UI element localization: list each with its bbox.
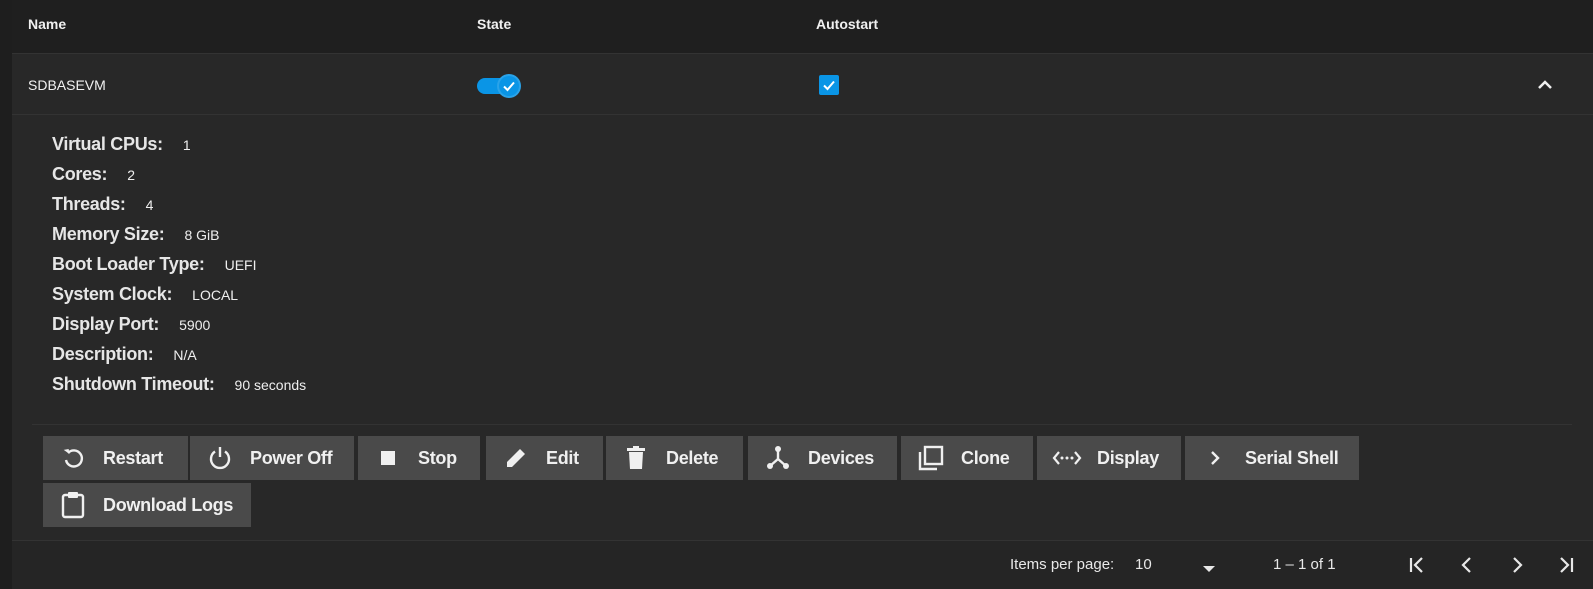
items-per-page-select[interactable]: 10: [1135, 556, 1152, 573]
first-page-button[interactable]: [1405, 552, 1431, 578]
detail-row: Boot Loader Type: UEFI: [52, 254, 306, 284]
dropdown-arrow-icon[interactable]: [1202, 560, 1216, 578]
detail-row: Display Port: 5900: [52, 314, 306, 344]
items-per-page-label: Items per page:: [1010, 556, 1115, 573]
column-header-name[interactable]: Name: [28, 16, 66, 32]
display-icon: [1037, 449, 1097, 467]
chevron-right-icon: [1513, 557, 1523, 573]
page-range-label: 1 – 1 of 1: [1273, 556, 1336, 573]
check-icon: [823, 80, 835, 91]
detail-value: 1: [182, 137, 191, 153]
toggle-knob: [497, 74, 521, 98]
detail-label: Description:: [52, 344, 154, 364]
power-off-label: Power Off: [250, 447, 333, 468]
chevron-left-icon: [1461, 557, 1471, 573]
serial-shell-label: Serial Shell: [1245, 447, 1339, 468]
detail-value: 8 GiB: [184, 227, 220, 243]
detail-row: Virtual CPUs: 1: [52, 134, 306, 164]
detail-row: Threads: 4: [52, 194, 306, 224]
power-icon: [190, 445, 250, 471]
detail-value: 90 seconds: [234, 377, 307, 393]
devices-label: Devices: [808, 447, 874, 468]
previous-page-button[interactable]: [1454, 552, 1480, 578]
chevron-right-icon: [1185, 449, 1245, 467]
restart-label: Restart: [103, 447, 163, 468]
trash-icon: [606, 445, 666, 471]
vm-table-panel: Name State Autostart SDBASEVM Virtual CP…: [12, 0, 1593, 589]
detail-value: 5900: [179, 317, 211, 333]
vm-details: Virtual CPUs: 1 Cores: 2 Threads: 4 Memory …: [52, 134, 306, 404]
detail-value: 2: [127, 167, 136, 183]
download-logs-button[interactable]: Download Logs: [43, 483, 251, 527]
display-button[interactable]: Display: [1037, 436, 1181, 480]
power-off-button[interactable]: Power Off: [190, 436, 354, 480]
clone-label: Clone: [961, 447, 1010, 468]
display-label: Display: [1097, 447, 1159, 468]
clipboard-icon: [43, 491, 103, 519]
restart-icon: [43, 445, 103, 471]
detail-label: Display Port:: [52, 314, 160, 334]
clone-icon: [901, 444, 961, 472]
paginator: Items per page: 10 1 – 1 of 1: [12, 541, 1593, 589]
devices-icon: [748, 445, 808, 471]
delete-label: Delete: [666, 447, 719, 468]
stop-label: Stop: [418, 447, 457, 468]
pencil-icon: [486, 445, 546, 471]
detail-row: Description: N/A: [52, 344, 306, 374]
first-page-icon: [1409, 557, 1423, 573]
devices-button[interactable]: Devices: [748, 436, 897, 480]
detail-label: Boot Loader Type:: [52, 254, 205, 274]
download-logs-label: Download Logs: [103, 494, 234, 515]
detail-row: System Clock: LOCAL: [52, 284, 306, 314]
delete-button[interactable]: Delete: [606, 436, 743, 480]
chevron-up-icon: [1538, 80, 1552, 89]
vm-name: SDBASEVM: [28, 77, 106, 93]
next-page-button[interactable]: [1504, 552, 1530, 578]
autostart-checkbox[interactable]: [819, 75, 839, 95]
divider: [32, 424, 1572, 425]
stop-icon: [358, 449, 418, 467]
detail-label: Virtual CPUs:: [52, 134, 163, 154]
column-header-state[interactable]: State: [477, 16, 511, 32]
detail-value: LOCAL: [192, 287, 239, 303]
edit-button[interactable]: Edit: [486, 436, 603, 480]
detail-row: Memory Size: 8 GiB: [52, 224, 306, 254]
table-row[interactable]: SDBASEVM: [12, 54, 1593, 115]
detail-label: Threads:: [52, 194, 126, 214]
table-header: Name State Autostart: [12, 0, 1593, 54]
collapse-row-button[interactable]: [1532, 72, 1558, 98]
detail-row: Shutdown Timeout: 90 seconds: [52, 374, 306, 404]
detail-label: Cores:: [52, 164, 108, 184]
check-icon: [503, 81, 515, 92]
detail-row: Cores: 2: [52, 164, 306, 194]
detail-label: Memory Size:: [52, 224, 165, 244]
detail-label: Shutdown Timeout:: [52, 374, 215, 394]
detail-value: N/A: [173, 347, 197, 363]
detail-label: System Clock:: [52, 284, 173, 304]
clone-button[interactable]: Clone: [901, 436, 1033, 480]
last-page-button[interactable]: [1552, 552, 1578, 578]
edit-label: Edit: [546, 447, 579, 468]
column-header-autostart[interactable]: Autostart: [816, 16, 878, 32]
restart-button[interactable]: Restart: [43, 436, 188, 480]
detail-value: 4: [145, 197, 154, 213]
detail-value: UEFI: [224, 257, 257, 273]
state-toggle[interactable]: [477, 74, 521, 98]
serial-shell-button[interactable]: Serial Shell: [1185, 436, 1359, 480]
stop-button[interactable]: Stop: [358, 436, 480, 480]
last-page-icon: [1560, 557, 1574, 573]
